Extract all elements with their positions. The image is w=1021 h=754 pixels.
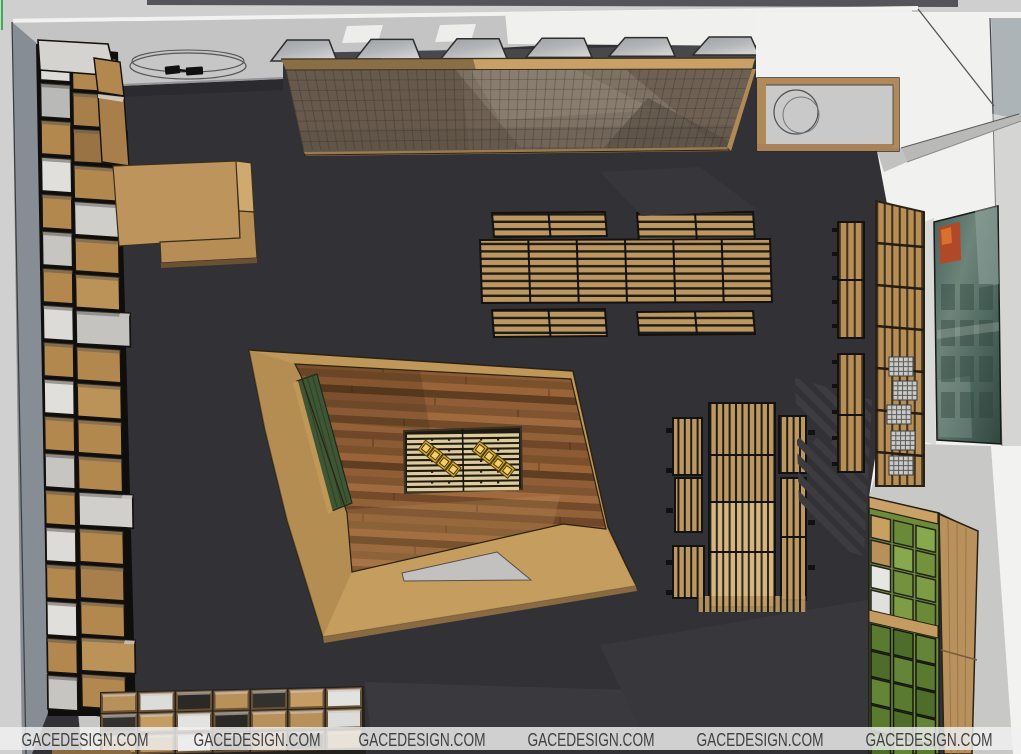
svg-text:GACEDESIGN.COM: GACEDESIGN.COM xyxy=(194,730,321,750)
svg-text:GACEDESIGN.COM: GACEDESIGN.COM xyxy=(697,730,824,750)
svg-text:GACEDESIGN.COM: GACEDESIGN.COM xyxy=(866,730,993,750)
svg-text:GACEDESIGN.COM: GACEDESIGN.COM xyxy=(528,730,655,750)
svg-text:GACEDESIGN.COM: GACEDESIGN.COM xyxy=(359,730,486,750)
svg-text:GACEDESIGN.COM: GACEDESIGN.COM xyxy=(22,730,149,750)
